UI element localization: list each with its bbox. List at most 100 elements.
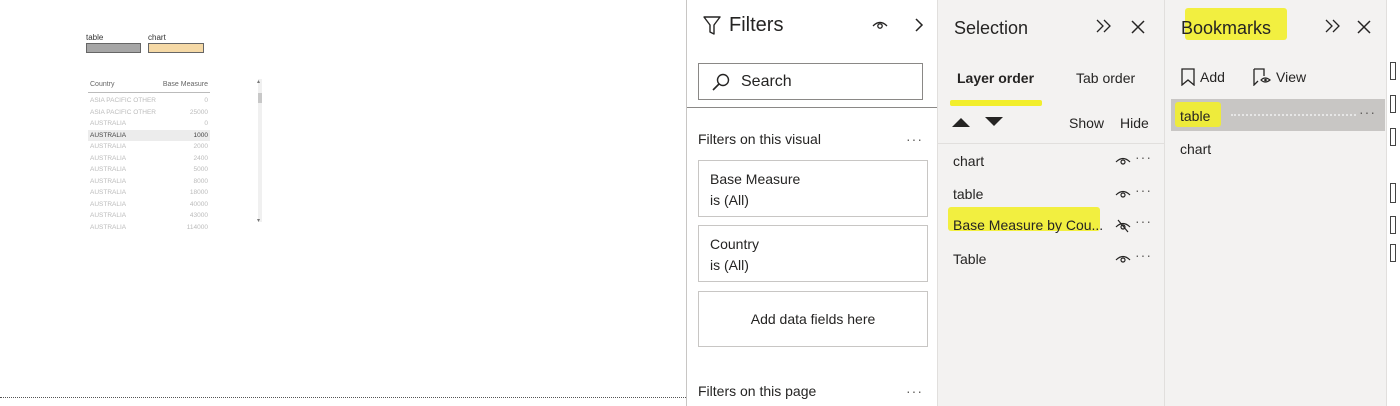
move-down-icon[interactable]	[984, 116, 1004, 128]
table-cell-country: AUSTRALIA	[90, 143, 127, 150]
layer-item-table-visual[interactable]: Table ···	[944, 243, 1159, 274]
close-icon[interactable]	[1356, 19, 1372, 35]
table-cell-base-measure: 0	[204, 120, 208, 127]
table-cell-country: AUSTRALIA	[90, 131, 127, 139]
pane-toggle-icon[interactable]	[1390, 216, 1396, 234]
filters-divider	[687, 107, 938, 108]
pane-toggle-icon[interactable]	[1390, 128, 1396, 146]
column-header-country[interactable]: Country	[90, 81, 115, 88]
table-row[interactable]: AUSTRALIA 114000	[88, 222, 210, 230]
layer-item-label: table	[953, 186, 984, 202]
table-cell-country: ASIA PACIFIC OTHER	[90, 108, 156, 116]
filters-header: Filters	[703, 14, 783, 37]
table-bookmark-button-label: table	[86, 33, 104, 42]
chevron-right-icon[interactable]	[912, 16, 926, 34]
table-row[interactable]: AUSTRALIA 40000	[88, 199, 210, 211]
table-cell-country: AUSTRALIA	[90, 177, 127, 185]
table-scrollbar[interactable]: ▴ ▾	[257, 78, 262, 224]
visibility-eye-icon[interactable]	[1115, 155, 1131, 167]
scroll-up-icon[interactable]: ▴	[257, 78, 260, 85]
table-row[interactable]: ASIA PACIFIC OTHER 25000	[88, 107, 210, 119]
layer-item-chart[interactable]: chart ···	[944, 145, 1159, 176]
collapse-icon[interactable]	[1095, 18, 1113, 34]
filters-on-page-heading: Filters on this page	[698, 383, 817, 399]
layer-item-more-button[interactable]: ···	[1135, 213, 1152, 229]
highlight-mark	[950, 100, 1042, 106]
add-bookmark-button[interactable]: Add	[1181, 68, 1225, 86]
layer-item-more-button[interactable]: ···	[1135, 149, 1152, 165]
filter-funnel-icon	[703, 15, 721, 35]
table-row[interactable]: AUSTRALIA 18000	[88, 187, 210, 199]
layer-item-table[interactable]: table ···	[944, 178, 1159, 209]
move-up-icon[interactable]	[951, 116, 971, 128]
filters-visual-more-button[interactable]: ···	[906, 131, 923, 147]
filter-card-state: is (All)	[710, 257, 749, 273]
bookmark-add-icon	[1181, 68, 1195, 86]
table-cell-country: AUSTRALIA	[90, 166, 127, 173]
table-cell-base-measure: 5000	[193, 166, 208, 173]
dotted-line	[1231, 114, 1356, 116]
hidden-eye-icon[interactable]	[1115, 219, 1131, 233]
visibility-eye-icon[interactable]	[1115, 188, 1131, 200]
table-cell-country: AUSTRALIA	[90, 120, 127, 127]
table-cell-country: AUSTRALIA	[90, 223, 127, 230]
table-row[interactable]: AUSTRALIA 2400	[88, 153, 210, 165]
filter-card-base-measure[interactable]: Base Measure is (All)	[698, 160, 928, 217]
column-header-base-measure[interactable]: Base Measure	[163, 81, 208, 88]
table-visual[interactable]: Country Base Measure ASIA PACIFIC OTHER 0…	[88, 79, 263, 229]
page-boundary	[0, 397, 686, 398]
pane-toggle-icon[interactable]	[1390, 95, 1396, 113]
pane-toggle-icon[interactable]	[1390, 183, 1396, 203]
show-all-button[interactable]: Show	[1069, 115, 1104, 131]
filters-pane: Filters Search Filters on this visual ··…	[686, 0, 938, 406]
hide-all-button[interactable]: Hide	[1120, 115, 1149, 131]
table-cell-base-measure: 114000	[186, 223, 208, 230]
scroll-thumb[interactable]	[258, 93, 262, 103]
filters-title: Filters	[729, 14, 784, 36]
eye-icon[interactable]	[871, 16, 889, 34]
table-cell-country: AUSTRALIA	[90, 200, 127, 208]
table-row[interactable]: AUSTRALIA 1000	[88, 129, 210, 141]
table-row[interactable]: ASIA PACIFIC OTHER 0	[88, 95, 210, 107]
layer-item-more-button[interactable]: ···	[1135, 247, 1152, 263]
chart-bookmark-button-label: chart	[148, 33, 166, 42]
report-canvas: table chart Country Base Measure ASIA PA…	[0, 0, 686, 406]
filter-card-state: is (All)	[710, 192, 749, 208]
bookmark-item-label: chart	[1180, 141, 1212, 157]
tab-tab-order[interactable]: Tab order	[1076, 70, 1135, 86]
add-data-fields-dropzone[interactable]: Add data fields here	[698, 291, 928, 347]
scroll-down-icon[interactable]: ▾	[257, 217, 260, 224]
close-icon[interactable]	[1130, 19, 1146, 35]
visibility-eye-icon[interactable]	[1115, 253, 1131, 265]
layer-item-more-button[interactable]: ···	[1135, 182, 1152, 198]
layer-item-label: Table	[953, 251, 987, 267]
table-cell-base-measure: 43000	[189, 212, 208, 219]
pane-toggle-icon[interactable]	[1390, 244, 1396, 262]
table-cell-base-measure: 1000	[193, 131, 208, 139]
layer-item-base-measure-by-country[interactable]: Base Measure by Cou... ···	[944, 209, 1159, 240]
table-row[interactable]: AUSTRALIA 5000	[88, 164, 210, 176]
filter-card-field: Base Measure	[710, 171, 801, 187]
table-cell-country: AUSTRALIA	[90, 189, 127, 196]
table-row[interactable]: AUSTRALIA 43000	[88, 210, 210, 222]
selection-divider	[938, 143, 1165, 144]
bookmarks-pane: Bookmarks Add View table ··· chart	[1164, 0, 1386, 406]
table-body: ASIA PACIFIC OTHER 0 ASIA PACIFIC OTHER 250…	[88, 95, 210, 229]
filters-page-more-button[interactable]: ···	[906, 383, 923, 399]
tab-layer-order[interactable]: Layer order	[957, 70, 1034, 86]
bookmark-item-table[interactable]: table ···	[1171, 99, 1385, 131]
view-bookmark-button[interactable]: View	[1253, 68, 1306, 86]
table-cell-country: AUSTRALIA	[90, 154, 127, 162]
chart-bookmark-button[interactable]	[148, 43, 204, 53]
table-bookmark-button[interactable]	[86, 43, 141, 53]
collapse-icon[interactable]	[1324, 18, 1342, 34]
filters-search-box[interactable]: Search	[698, 63, 923, 100]
table-row[interactable]: AUSTRALIA 8000	[88, 176, 210, 188]
table-row[interactable]: AUSTRALIA 0	[88, 118, 210, 130]
table-row[interactable]: AUSTRALIA 2000	[88, 141, 210, 153]
table-cell-country: ASIA PACIFIC OTHER	[90, 97, 156, 104]
pane-toggle-icon[interactable]	[1390, 62, 1396, 80]
bookmark-item-more-button[interactable]: ···	[1359, 104, 1376, 120]
filter-card-country[interactable]: Country is (All)	[698, 225, 928, 282]
bookmark-item-chart[interactable]: chart	[1171, 132, 1385, 164]
